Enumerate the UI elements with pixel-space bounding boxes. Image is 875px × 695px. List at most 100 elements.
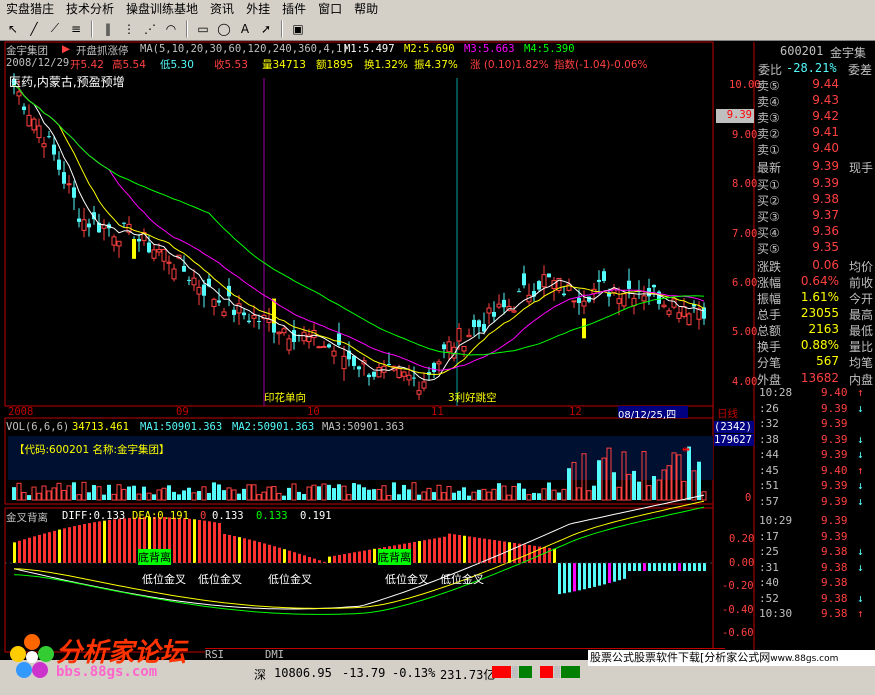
candle-body	[217, 300, 221, 303]
menu-item-8[interactable]: 帮助	[348, 0, 384, 17]
line-tool-icon[interactable]: ╱	[25, 20, 43, 38]
sell-level: 卖③ 9.42	[757, 109, 875, 125]
circle-tool-icon[interactable]: ◯	[215, 20, 233, 38]
menu-item-6[interactable]: 插件	[276, 0, 312, 17]
macd-bar	[523, 544, 526, 563]
ad-banner[interactable]: 股票公式股票软件下载[分析家公式网www.88gs.com	[588, 650, 875, 666]
rp-value: 13682	[800, 371, 839, 385]
volume-bar	[311, 484, 317, 501]
menu-item-7[interactable]: 窗口	[312, 0, 348, 17]
price-tick: 7.00	[732, 228, 758, 240]
text-tool-icon[interactable]: A	[236, 20, 254, 38]
candle-body	[696, 308, 702, 320]
volume-bar	[671, 452, 677, 501]
volume-bar	[561, 488, 567, 501]
rectangle-tool-icon[interactable]: ▭	[194, 20, 212, 38]
candle-body	[266, 318, 272, 323]
candle-body	[151, 249, 157, 259]
current-price-marker: 9.39	[716, 109, 754, 123]
volume-bar	[462, 487, 466, 500]
volume-bar	[197, 491, 201, 500]
ma20-line	[13, 84, 705, 371]
volume-bar	[506, 494, 512, 501]
tick-row: 10:28 9.40 ↑	[757, 386, 875, 401]
stock-name-title: 金宇集团	[6, 45, 48, 57]
macd-bar	[323, 561, 326, 563]
ma-m2: M2:5.690	[404, 43, 455, 55]
stat-row: 涨跌 0.06 均价	[757, 258, 875, 274]
macd-tick: -0.40	[722, 604, 754, 616]
volume-bar	[102, 494, 106, 500]
candle-body	[361, 360, 367, 365]
pointer-icon[interactable]: ↖	[4, 20, 22, 38]
candle-body	[466, 334, 472, 338]
ray-tool-icon[interactable]: ⟋	[46, 20, 64, 38]
fan-lines-icon[interactable]: ⋰	[141, 20, 159, 38]
candle-body	[577, 297, 581, 303]
volume-bar	[132, 485, 136, 500]
volume-bar	[571, 461, 577, 501]
rp-weicha-label: 委差	[848, 63, 873, 77]
volume-bar	[51, 487, 57, 501]
candle-body	[412, 377, 416, 379]
candle-body	[692, 304, 696, 307]
candle-body	[232, 309, 236, 315]
macd-bar	[318, 560, 321, 563]
candle-body	[156, 249, 162, 253]
status-index-label: 深	[254, 668, 267, 682]
arc-tool-icon[interactable]: ◠	[162, 20, 180, 38]
low-cross-label: 低位金叉	[198, 573, 242, 586]
candle-body	[686, 313, 692, 326]
channel-tool-icon[interactable]: ≡	[67, 20, 85, 38]
macd-bar	[218, 523, 221, 563]
menu-item-2[interactable]: 技术分析	[60, 0, 120, 17]
tick-time: :44	[759, 448, 779, 461]
macd-bar	[373, 548, 376, 563]
macd-v0: 0	[200, 510, 207, 522]
candle-body	[671, 298, 677, 308]
candle-body	[132, 240, 136, 246]
time-label: 10	[307, 406, 320, 418]
rp-label: 买⑤	[757, 242, 780, 256]
menu-item-3[interactable]: 操盘训练基地	[120, 0, 204, 17]
ma5-line	[13, 84, 705, 381]
candle-body	[92, 212, 96, 220]
rp-name: 金宇集	[830, 46, 867, 60]
tick-row: :17 9.39	[757, 530, 875, 545]
volume-bar	[436, 484, 442, 501]
candle-body	[502, 299, 506, 308]
menu-item-4[interactable]: 资讯	[204, 0, 240, 17]
macd-bar	[248, 539, 251, 563]
tick-price: 9.39	[821, 529, 848, 543]
tick-price: 9.38	[821, 576, 848, 589]
volume-bar	[621, 451, 627, 501]
outer-inner-row: 外盘 13682 内盘	[757, 371, 875, 387]
save-icon[interactable]: ▣	[289, 20, 307, 38]
tick-price: 9.39	[821, 514, 848, 527]
tick-row: 10:29 9.39	[757, 514, 875, 529]
candle-body	[652, 284, 656, 288]
arrow-tool-icon[interactable]: ➚	[257, 20, 275, 38]
macd-v3: 0.191	[300, 510, 332, 522]
candle-body	[436, 361, 442, 365]
menu-item-5[interactable]: 外挂	[240, 0, 276, 17]
macd-bar	[493, 540, 496, 563]
tick-price: 9.38	[821, 607, 848, 620]
rp-value: 0.88%	[800, 338, 839, 352]
volume-bar	[656, 479, 662, 501]
resize-arrows-icon[interactable]: ⇹	[682, 442, 690, 457]
candle-body	[47, 136, 51, 138]
tick-time: :45	[759, 463, 779, 477]
fibonacci-icon[interactable]: ⋮	[120, 20, 138, 38]
candle-body	[87, 223, 91, 228]
candle-body	[126, 223, 132, 233]
volume-bar	[646, 485, 652, 501]
stat-row: 涨幅 0.64% 前收	[757, 274, 875, 290]
parallel-lines-icon[interactable]: ‖	[99, 20, 117, 38]
macd-bar	[538, 546, 541, 563]
candle-body	[281, 328, 287, 334]
volume-bar	[626, 473, 632, 501]
menu-item-1[interactable]: 实盘猎庄	[0, 0, 60, 17]
rp-side-label: 均价	[849, 260, 874, 274]
macd-bar	[563, 563, 566, 594]
